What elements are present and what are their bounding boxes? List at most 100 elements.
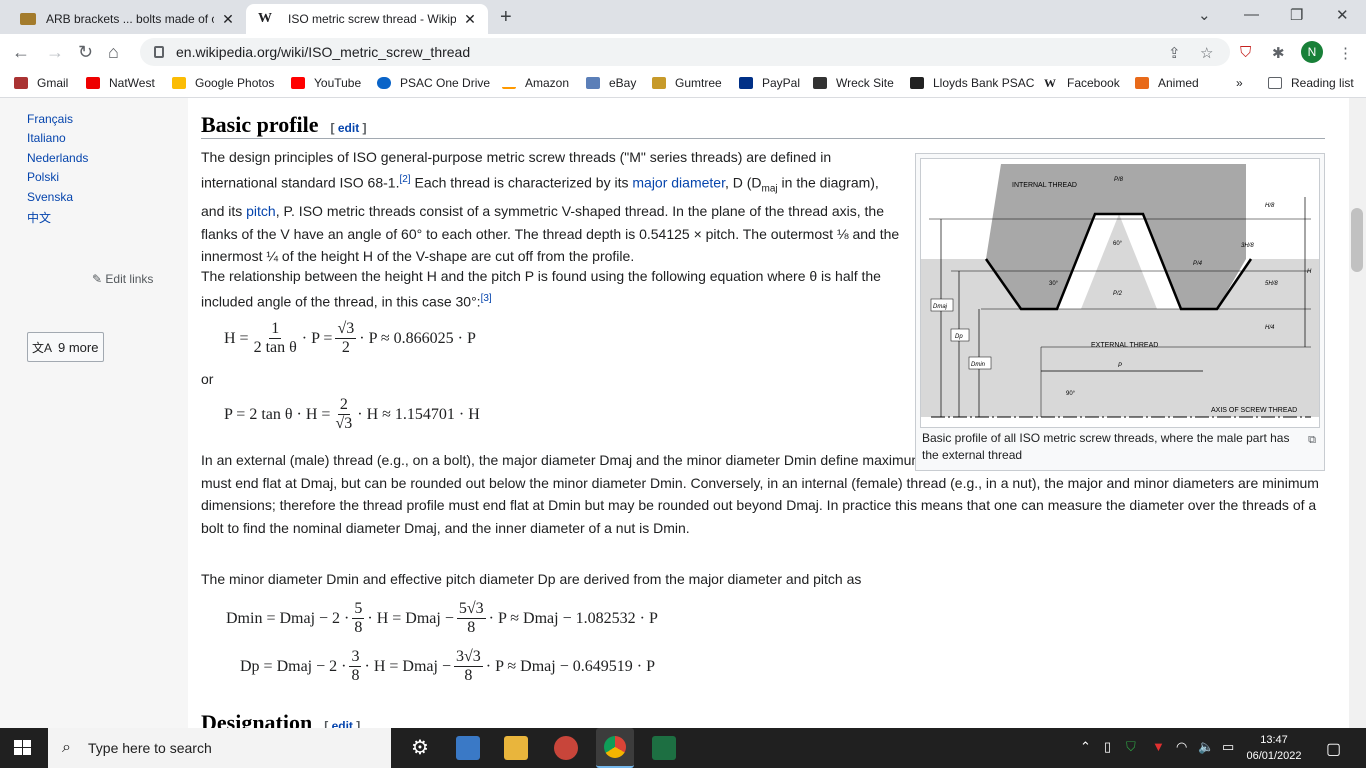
maximize-icon[interactable]: ❐ [1290,6,1303,24]
edit-section-link[interactable]: edit [332,719,353,728]
extension-shield-icon[interactable]: ⛉ [1240,44,1251,61]
bookmark-lloyds-bank-psac[interactable]: Lloyds Bank PSAC [910,76,1034,90]
back-icon[interactable]: ← [12,42,30,63]
paragraph-design-principles: The design principles of ISO general-pur… [201,149,900,265]
label-h4: H/4 [1265,325,1275,331]
label-p2: P/2 [1113,291,1123,297]
page-scrollbar[interactable] [1349,98,1366,728]
reading-list-button[interactable]: Reading list [1268,76,1354,90]
heading-divider [201,138,1325,139]
reference-3[interactable]: [3] [481,293,492,304]
volume-icon[interactable]: 🔈 [1198,739,1214,755]
bookmark-wreck-site[interactable]: Wreck Site [813,76,894,90]
mcafee-icon[interactable]: ▼ [1152,739,1165,754]
edit-section-link[interactable]: edit [338,121,359,135]
app-icon[interactable] [554,736,578,760]
tab-iso-metric-screw-thread[interactable]: W ISO metric screw thread - Wikipe ✕ [246,4,488,34]
lang-link-nederlands[interactable]: Nederlands [27,151,88,165]
browser-toolbar: ← → ↻ ⌂ en.wikipedia.org/wiki/ISO_metric… [0,34,1366,70]
thread-profile-diagram[interactable]: INTERNAL THREAD EXTERNAL THREAD AXIS OF … [920,158,1320,428]
label-30-deg: 30° [1049,281,1059,287]
bookmark-psac-one-drive[interactable]: PSAC One Drive [377,76,490,90]
bookmark-youtube[interactable]: YouTube [291,76,361,90]
equation-dp: Dp = Dmaj − 2 · 38 · H = Dmaj − 3√3 8 · P… [240,648,655,684]
notifications-icon[interactable]: ▢ [1326,739,1341,759]
bookmark-natwest[interactable]: NatWest [86,76,155,90]
equation-h: H = 12 tan θ · P = √3 2 · P ≈ 0.866025 · … [224,320,476,356]
bookmarks-bar: Gmail NatWest Google Photos YouTube PSAC… [0,70,1366,98]
amazon-icon [502,77,516,89]
label-h: H [1307,269,1312,275]
lang-link-polski[interactable]: Polski [27,170,59,184]
tab-search-icon[interactable]: ⌄ [1198,6,1211,24]
wifi-icon[interactable]: ◠ [1176,739,1187,755]
label-external-thread: EXTERNAL THREAD [1091,342,1158,349]
control-panel-icon[interactable] [456,736,480,760]
chrome-taskbar-button[interactable] [596,728,634,768]
figure-caption: Basic profile of all ISO metric screw th… [922,431,1290,462]
edit-links-link[interactable]: ✎ Edit links [92,272,153,286]
show-hidden-icons[interactable]: ⌃ [1080,739,1091,755]
lang-link-svenska[interactable]: Svenska [27,190,73,204]
animed-icon [1135,77,1149,89]
wikipedia-w-icon: W [1044,76,1058,90]
thread-profile-figure: INTERNAL THREAD EXTERNAL THREAD AXIS OF … [915,153,1325,471]
chrome-icon [604,736,626,758]
paypal-icon [739,77,753,89]
fraction: 38 [349,648,362,684]
major-diameter-link[interactable]: major diameter [632,174,725,190]
close-window-icon[interactable]: ✕ [1336,6,1349,24]
bookmark-star-icon[interactable]: ☆ [1200,44,1213,62]
forward-icon[interactable]: → [46,42,64,63]
tab-title: ISO metric screw thread - Wikipe [288,12,456,26]
extensions-puzzle-icon[interactable]: ✱ [1272,44,1285,62]
fraction: 58 [352,600,365,636]
fraction: 12 tan θ [253,320,297,356]
battery-icon[interactable]: ▯ [1104,739,1111,755]
pitch-link[interactable]: pitch [246,203,276,219]
excel-icon[interactable] [652,736,676,760]
search-icon: ⌕ [62,739,71,756]
keyboard-icon[interactable]: ▭ [1222,739,1234,755]
close-tab-icon[interactable]: ✕ [220,11,236,28]
bookmark-gmail[interactable]: Gmail [14,76,68,90]
lang-link-italiano[interactable]: Italiano [27,131,66,145]
reference-2[interactable]: [2] [399,174,410,185]
paragraph-height-pitch: The relationship between the height H an… [201,268,881,310]
scrollbar-thumb[interactable] [1351,208,1363,272]
minimize-icon[interactable]: — [1244,6,1259,23]
tab-arb-brackets[interactable]: ARB brackets ... bolts made of ch ✕ [14,4,246,34]
security-icon[interactable]: ⛉ [1126,739,1136,755]
bookmark-facebook[interactable]: W Facebook [1044,76,1120,90]
bookmark-gumtree[interactable]: Gumtree [652,76,722,90]
lang-link-chinese[interactable]: 中文 [27,209,51,226]
label-90-deg: 90° [1066,391,1076,397]
bookmark-paypal[interactable]: PayPal [739,76,800,90]
profile-avatar[interactable]: N [1301,41,1323,63]
share-icon[interactable]: ⇪ [1168,44,1181,62]
section-heading-designation: Designation[ edit ] [201,710,360,728]
bookmark-ebay[interactable]: eBay [586,76,636,90]
menu-kebab-icon[interactable]: ⋮ [1338,44,1353,62]
bookmark-animed[interactable]: Animed [1135,76,1199,90]
windows-start-icon[interactable] [14,740,32,756]
taskbar-clock[interactable]: 13:47 06/01/2022 [1240,732,1308,764]
close-tab-icon[interactable]: ✕ [462,11,478,28]
bookmark-amazon[interactable]: Amazon [502,76,569,90]
bookmarks-overflow-button[interactable]: » [1236,76,1243,90]
lock-icon [154,46,164,58]
new-tab-button[interactable]: + [500,6,512,29]
file-explorer-icon[interactable] [504,736,528,760]
more-languages-button[interactable]: 文A 9 more [27,332,104,362]
address-bar[interactable]: en.wikipedia.org/wiki/ISO_metric_screw_t… [140,38,1230,66]
label-3h8: 3H/8 [1241,243,1254,249]
enlarge-icon[interactable]: ⧉ [1308,434,1316,447]
article-content: Basic profile[ edit ] The design princip… [188,98,1336,728]
bookmark-google-photos[interactable]: Google Photos [172,76,274,90]
settings-gear-icon[interactable]: ⚙ [408,736,432,760]
lang-link-francais[interactable]: Français [27,112,73,126]
reload-icon[interactable]: ↻ [78,42,93,63]
taskbar-search-box[interactable]: ⌕ Type here to search [48,728,391,768]
wiki-sidebar: Français Italiano Nederlands Polski Sven… [0,98,188,728]
home-icon[interactable]: ⌂ [108,42,119,63]
